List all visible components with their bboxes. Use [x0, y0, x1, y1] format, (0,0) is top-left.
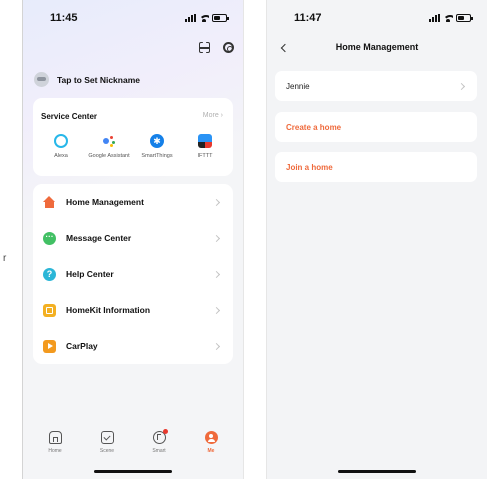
service-label: IFTTT [197, 153, 213, 159]
status-time: 11:47 [294, 12, 322, 24]
tab-home[interactable]: Home [35, 431, 75, 454]
alexa-icon [54, 134, 68, 148]
homekit-icon [43, 303, 56, 317]
home-tab-icon [48, 431, 62, 444]
carplay-icon [43, 339, 56, 353]
service-label: Google Assistant [88, 153, 130, 159]
scene-tab-icon [100, 431, 114, 444]
status-icons [185, 14, 229, 22]
google-assistant-icon [102, 134, 116, 148]
help-icon [43, 267, 56, 281]
status-time: 11:45 [50, 12, 78, 24]
stray-text: r [3, 253, 7, 264]
home-icon [43, 195, 56, 209]
scan-icon[interactable] [199, 42, 210, 53]
battery-icon [456, 14, 473, 22]
battery-icon [212, 14, 229, 22]
status-bar: 11:45 [23, 12, 243, 28]
message-icon [43, 231, 56, 245]
smartthings-icon [150, 134, 164, 148]
home-indicator[interactable] [338, 470, 416, 473]
tab-smart[interactable]: Smart [139, 429, 179, 454]
wifi-icon [199, 14, 209, 22]
signal-icon [185, 14, 196, 22]
create-home-button[interactable]: Create a home [275, 112, 477, 142]
join-home-label: Join a home [286, 162, 333, 172]
home-management-screen: 11:47 Home Management Jennie Create a ho… [266, 0, 487, 479]
me-screen: 11:45 Tap to Set Nickname Service Center… [22, 0, 244, 479]
wifi-icon [443, 14, 453, 22]
service-label: SmartThings [141, 153, 173, 159]
me-tab-icon [204, 431, 218, 444]
gear-icon[interactable] [223, 42, 234, 53]
menu-item-message-center[interactable]: Message Center [33, 220, 233, 256]
tab-bar: Home Scene Smart Me [23, 417, 243, 479]
service-ifttt[interactable]: IFTTT [181, 134, 229, 160]
home-indicator[interactable] [94, 470, 172, 473]
menu-item-home-management[interactable]: Home Management [33, 184, 233, 220]
menu-item-label: HomeKit Information [66, 305, 151, 315]
avatar[interactable] [34, 72, 49, 87]
signal-icon [429, 14, 440, 22]
tab-me[interactable]: Me [191, 431, 231, 454]
chevron-right-icon [212, 342, 221, 350]
service-list: Alexa Google Assistant SmartThings IFTTT [37, 134, 229, 160]
page-title: Home Management [335, 42, 419, 52]
home-name: Jennie [286, 81, 310, 91]
menu-item-homekit-information[interactable]: HomeKit Information [33, 292, 233, 328]
chevron-right-icon [212, 270, 221, 278]
create-home-label: Create a home [286, 122, 342, 132]
more-link[interactable]: More › [203, 112, 223, 119]
home-row-jennie[interactable]: Jennie [275, 71, 477, 101]
service-google-assistant[interactable]: Google Assistant [85, 134, 133, 160]
chevron-right-icon [212, 234, 221, 242]
menu-item-help-center[interactable]: Help Center [33, 256, 233, 292]
chevron-right-icon [457, 82, 466, 90]
menu-item-carplay[interactable]: CarPlay [33, 328, 233, 364]
status-bar: 11:47 [267, 12, 487, 28]
menu-item-label: CarPlay [66, 341, 98, 351]
smart-tab-icon [152, 429, 168, 444]
service-alexa[interactable]: Alexa [37, 134, 85, 160]
more-label: More [202, 112, 219, 119]
profile-row[interactable]: Tap to Set Nickname [34, 72, 140, 87]
join-home-button[interactable]: Join a home [275, 152, 477, 182]
menu-item-label: Message Center [66, 233, 132, 243]
tab-label: Home [48, 448, 62, 454]
ifttt-icon [198, 134, 212, 148]
chevron-right-icon [212, 198, 221, 206]
top-actions [199, 42, 234, 53]
service-center-title: Service Center [41, 112, 98, 121]
tab-label: Scene [99, 448, 115, 454]
tab-label: Smart [152, 448, 166, 454]
nav-bar: Home Management [267, 40, 487, 58]
service-center-card: Service Center More › Alexa Google Assis… [33, 98, 233, 176]
tab-label: Me [207, 448, 215, 454]
tab-scene[interactable]: Scene [87, 431, 127, 454]
menu-item-label: Home Management [66, 197, 144, 207]
menu-card: Home Management Message Center Help Cent… [33, 184, 233, 364]
nickname-label[interactable]: Tap to Set Nickname [57, 75, 140, 85]
chevron-right-icon [212, 306, 221, 314]
menu-item-label: Help Center [66, 269, 114, 279]
service-smartthings[interactable]: SmartThings [133, 134, 181, 160]
service-label: Alexa [54, 153, 68, 159]
status-icons [429, 14, 473, 22]
